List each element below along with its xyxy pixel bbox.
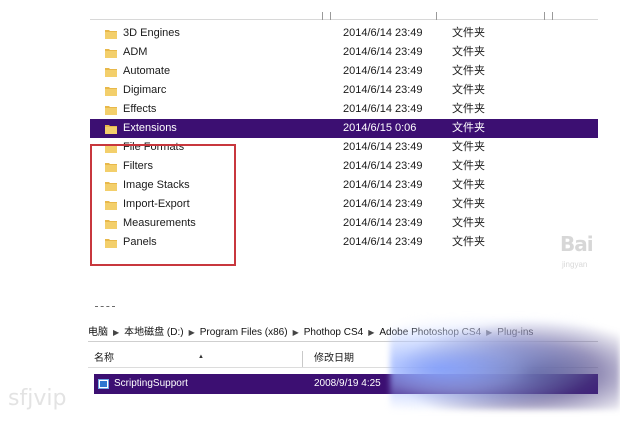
folder-date: 2014/6/15 0:06 <box>343 122 417 134</box>
column-divider[interactable] <box>322 12 323 20</box>
folder-icon <box>105 49 117 58</box>
red-highlight-box <box>90 144 236 266</box>
column-divider[interactable] <box>544 12 545 20</box>
baidu-watermark-sub: jingyan <box>562 260 588 269</box>
folder-icon <box>105 106 117 115</box>
folder-date: 2014/6/14 23:49 <box>343 236 423 248</box>
folder-icon <box>105 30 117 39</box>
folder-type: 文件夹 <box>452 217 485 229</box>
folder-type: 文件夹 <box>452 122 485 134</box>
file-date: 2008/9/19 4:25 <box>314 378 381 389</box>
folder-name: Effects <box>123 103 157 115</box>
baidu-watermark: Bai <box>560 232 594 256</box>
folder-name: 3D Engines <box>123 27 180 39</box>
column-header-name[interactable]: 名称 <box>94 350 114 368</box>
folder-date: 2014/6/14 23:49 <box>343 84 423 96</box>
folder-icon <box>105 87 117 96</box>
folder-name: Extensions <box>123 122 177 134</box>
breadcrumb-item[interactable]: 本地磁盘 (D:) <box>124 324 183 341</box>
folder-icon <box>105 68 117 77</box>
breadcrumb-item[interactable]: Program Files (x86) <box>200 324 288 341</box>
chevron-right-icon[interactable]: ▶ <box>108 324 124 341</box>
folder-row[interactable]: Automate 2014/6/14 23:49 文件夹 <box>90 62 598 81</box>
folder-row[interactable]: Effects 2014/6/14 23:49 文件夹 <box>90 100 598 119</box>
folder-type: 文件夹 <box>452 84 485 96</box>
folder-type: 文件夹 <box>452 46 485 58</box>
folder-date: 2014/6/14 23:49 <box>343 141 423 153</box>
folder-type: 文件夹 <box>452 236 485 248</box>
folder-name: Digimarc <box>123 84 167 96</box>
chevron-right-icon[interactable]: ▶ <box>363 324 379 341</box>
column-header-date[interactable]: 修改日期 <box>314 350 354 368</box>
chevron-right-icon[interactable]: ▶ <box>184 324 200 341</box>
chevron-right-icon[interactable]: ▶ <box>288 324 304 341</box>
folder-type: 文件夹 <box>452 65 485 77</box>
folder-date: 2014/6/14 23:49 <box>343 217 423 229</box>
folder-date: 2014/6/14 23:49 <box>343 179 423 191</box>
folder-name: ADM <box>123 46 148 58</box>
folder-date: 2014/6/14 23:49 <box>343 65 423 77</box>
column-header-strip <box>90 0 598 20</box>
folder-row[interactable]: Extensions 2014/6/15 0:06 文件夹 <box>90 119 598 138</box>
folder-type: 文件夹 <box>452 27 485 39</box>
folder-date: 2014/6/14 23:49 <box>343 160 423 172</box>
folder-row[interactable]: ADM 2014/6/14 23:49 文件夹 <box>90 43 598 62</box>
folder-name: Automate <box>123 65 171 77</box>
sort-arrow-icon: ▲ <box>198 354 204 360</box>
blurred-overlay <box>390 318 620 410</box>
folder-type: 文件夹 <box>452 179 485 191</box>
dash-separator <box>95 306 115 307</box>
column-divider[interactable] <box>552 12 553 20</box>
folder-type: 文件夹 <box>452 103 485 115</box>
folder-type: 文件夹 <box>452 198 485 210</box>
file-name: ScriptingSupport <box>114 378 188 389</box>
folder-date: 2014/6/14 23:49 <box>343 103 423 115</box>
site-watermark: sfjvip <box>8 386 67 411</box>
folder-row[interactable]: Digimarc 2014/6/14 23:49 文件夹 <box>90 81 598 100</box>
folder-icon <box>105 125 117 134</box>
folder-type: 文件夹 <box>452 141 485 153</box>
column-divider[interactable] <box>302 351 303 367</box>
folder-date: 2014/6/14 23:49 <box>343 46 423 58</box>
breadcrumb-item[interactable]: 电脑 <box>88 324 108 341</box>
folder-type: 文件夹 <box>452 160 485 172</box>
folder-date: 2014/6/14 23:49 <box>343 27 423 39</box>
column-divider[interactable] <box>330 12 331 20</box>
application-file-icon <box>98 379 109 389</box>
folder-row[interactable]: 3D Engines 2014/6/14 23:49 文件夹 <box>90 24 598 43</box>
column-divider[interactable] <box>436 12 437 20</box>
folder-date: 2014/6/14 23:49 <box>343 198 423 210</box>
breadcrumb-item[interactable]: Phothop CS4 <box>304 324 364 341</box>
